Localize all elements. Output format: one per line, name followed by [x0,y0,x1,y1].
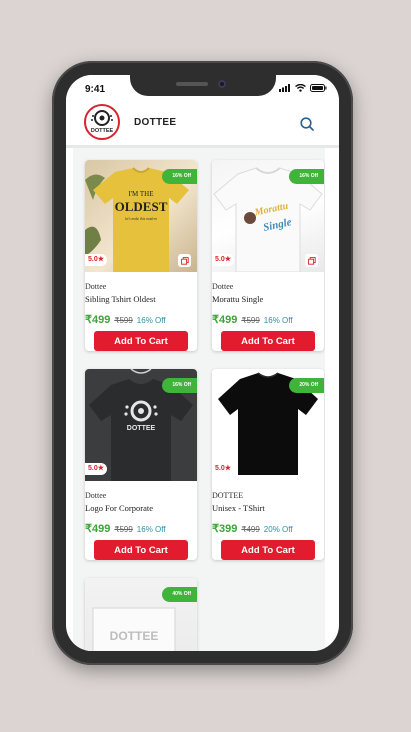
product-image[interactable]: DOTTEE 40% Off [85,578,197,651]
system-icons [279,84,327,92]
product-mrp: ₹499 [241,525,260,534]
search-icon[interactable] [299,116,315,132]
product-price: ₹499 [212,314,238,326]
add-to-cart-button[interactable]: Add To Cart [94,331,188,351]
rating-badge: 5.0★ [85,254,108,266]
discount-badge: 40% Off [162,587,197,602]
discount-badge: 16% Off [162,378,197,393]
discount-badge: 16% Off [289,169,324,184]
add-to-cart-button[interactable]: Add To Cart [221,331,315,351]
status-bar: 9:41 [66,75,339,103]
product-name[interactable]: Morattu Single [212,294,324,304]
product-discount: 16% Off [136,525,166,534]
product-info: Dottee Sibling Tshirt Oldest ₹499 ₹599 1… [85,272,197,351]
product-price: ₹499 [85,314,111,326]
battery-icon [310,84,327,92]
rating-badge: 5.0★ [212,463,235,475]
product-image[interactable]: 20% Off 5.0★ [212,369,324,481]
product-info: Dottee Morattu Single ₹499 ₹599 16% Off … [212,272,324,351]
app-screen: 9:41 DOTTEE DOTTEE I'M THE OLDEST let's … [66,75,339,651]
product-mrp: ₹599 [114,525,133,534]
price-row: ₹399 ₹499 20% Off [212,522,324,535]
product-price: ₹399 [212,523,238,535]
product-info: Dottee Logo For Corporate ₹499 ₹599 16% … [85,481,197,560]
copy-icon [307,256,316,265]
svg-text:OLDEST: OLDEST [115,199,168,214]
product-vendor: Dottee [212,282,234,291]
status-time: 9:41 [85,84,106,95]
product-grid: I'M THE OLDEST let's make this modern 16… [73,148,325,651]
dottee-logo-mark: DOTTEE [91,110,114,134]
product-discount: 16% Off [263,316,293,325]
discount-badge: 16% Off [162,169,197,184]
product-image[interactable]: I'M THE OLDEST let's make this modern 16… [85,160,197,272]
product-name[interactable]: Sibling Tshirt Oldest [85,294,197,304]
svg-text:DOTTEE: DOTTEE [110,629,159,643]
app-header: DOTTEE DOTTEE [66,103,339,148]
price-row: ₹499 ₹599 16% Off [212,313,324,326]
add-to-cart-button[interactable]: Add To Cart [94,540,188,560]
product-discount: 16% Off [136,316,166,325]
brand-logo[interactable]: DOTTEE [84,104,120,140]
product-info: DOTTEE Unisex - TShirt ₹399 ₹499 20% Off… [212,481,324,560]
svg-text:DOTTEE: DOTTEE [91,128,114,134]
signal-icon [279,84,290,92]
product-name[interactable]: Logo For Corporate [85,503,197,513]
product-vendor: Dottee [85,491,107,500]
phone-frame: 9:41 DOTTEE DOTTEE I'M THE OLDEST let's … [52,61,353,665]
product-name[interactable]: Unisex - TShirt [212,503,324,513]
front-camera [218,80,226,88]
wifi-icon [295,84,306,92]
product-vendor: Dottee [85,282,107,291]
product-card[interactable]: 20% Off 5.0★ DOTTEE Unisex - TShirt ₹399… [212,369,324,560]
product-vendor: DOTTEE [212,491,244,500]
svg-text:DOTTEE: DOTTEE [127,425,156,432]
product-card[interactable]: I'M THE OLDEST let's make this modern 16… [85,160,197,351]
product-mrp: ₹599 [241,316,260,325]
product-price: ₹499 [85,523,111,535]
rating-badge: 5.0★ [212,254,235,266]
product-mrp: ₹599 [114,316,133,325]
price-row: ₹499 ₹599 16% Off [85,522,197,535]
product-card[interactable]: DOTTEE 16% Off 5.0★ Dottee Logo For Corp… [85,369,197,560]
product-image[interactable]: Morattu Single 16% Off 5.0★ [212,160,324,272]
copy-icon [180,256,189,265]
price-row: ₹499 ₹599 16% Off [85,313,197,326]
brand-name: DOTTEE [134,117,177,128]
add-to-cart-button[interactable]: Add To Cart [221,540,315,560]
compare-button[interactable] [305,254,318,267]
speaker-grille [176,82,208,86]
product-image[interactable]: DOTTEE 16% Off 5.0★ [85,369,197,481]
svg-text:I'M THE: I'M THE [128,190,153,198]
product-discount: 20% Off [263,525,293,534]
product-card[interactable]: Morattu Single 16% Off 5.0★ Dottee Morat… [212,160,324,351]
product-card[interactable]: DOTTEE 40% Off [85,578,197,651]
compare-button[interactable] [178,254,191,267]
notch [130,75,276,96]
svg-text:let's make this modern: let's make this modern [125,217,157,221]
discount-badge: 20% Off [289,378,324,393]
rating-badge: 5.0★ [85,463,108,475]
